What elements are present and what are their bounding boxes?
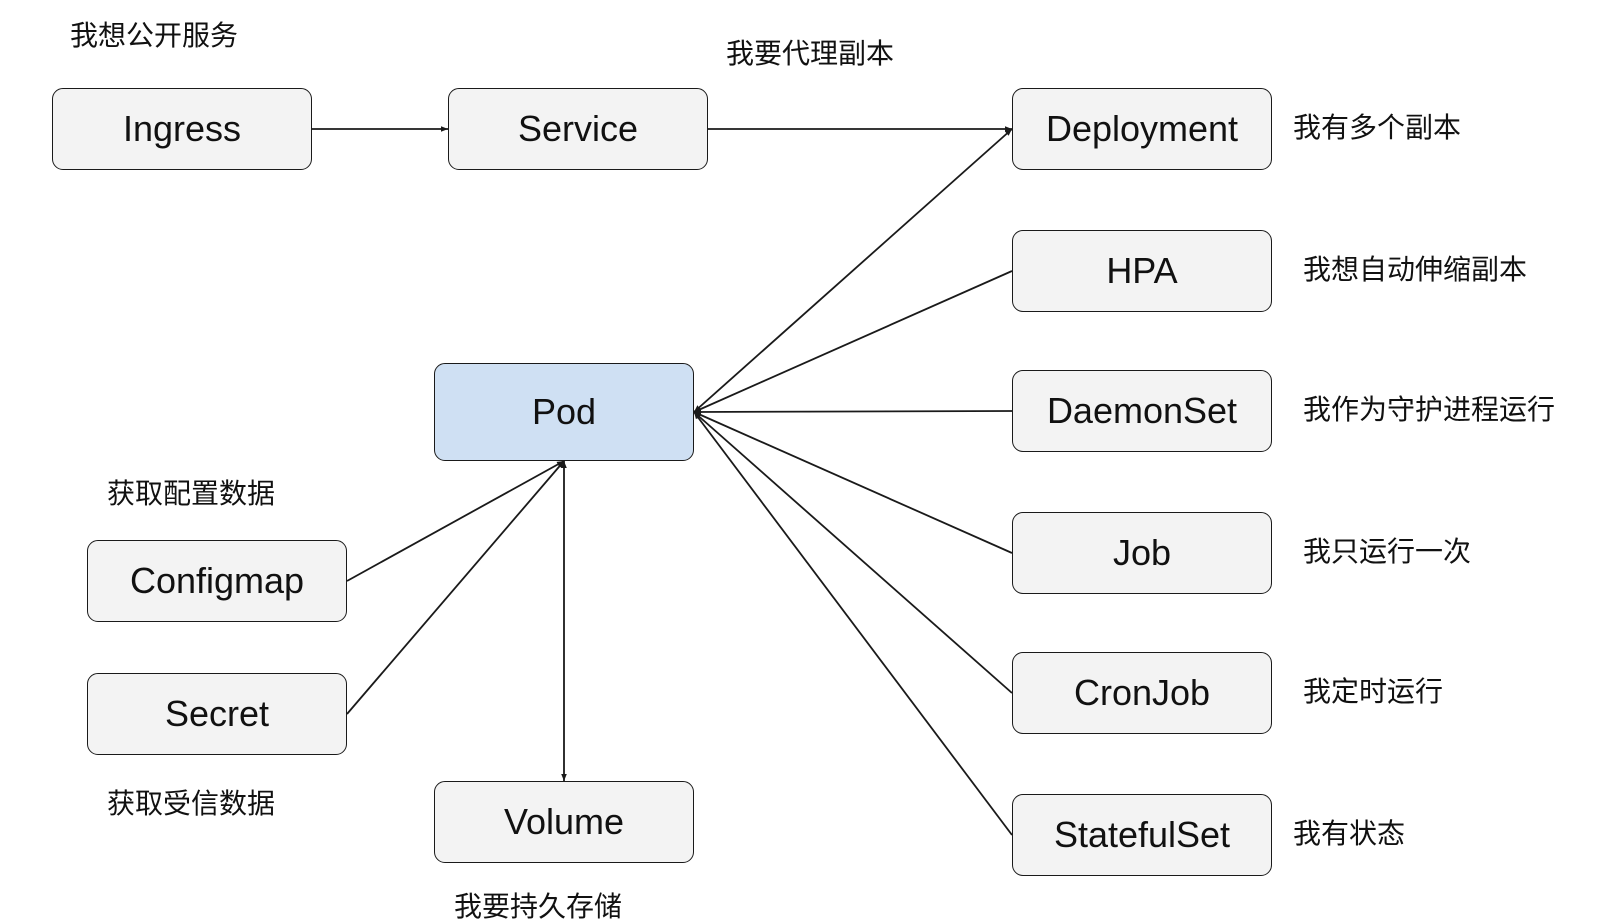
deployment-note: 我有多个副本 — [1293, 111, 1462, 144]
ingress-note: 我想公开服务 — [70, 19, 239, 52]
hpa-note: 我想自动伸缩副本 — [1303, 253, 1528, 286]
secret-note: 获取受信数据 — [107, 787, 276, 820]
statefulset-node: StatefulSet — [1012, 794, 1272, 876]
edge-daemonset-to-pod — [693, 409, 1013, 415]
daemonset-node: DaemonSet — [1012, 370, 1272, 452]
daemonset-note: 我作为守护进程运行 — [1303, 393, 1556, 426]
volume-note: 我要持久存储 — [454, 890, 623, 923]
job-node: Job — [1012, 512, 1272, 594]
deployment-node: Deployment — [1012, 88, 1272, 170]
configmap-node: Configmap — [87, 540, 347, 622]
k8s-resource-diagram: Ingress Service Deployment HPA DaemonSet… — [0, 0, 1610, 924]
pod-node: Pod — [434, 363, 694, 461]
service-node: Service — [448, 88, 708, 170]
configmap-note: 获取配置数据 — [107, 477, 276, 510]
ingress-node: Ingress — [52, 88, 312, 170]
job-note: 我只运行一次 — [1303, 535, 1472, 568]
secret-node: Secret — [87, 673, 347, 755]
edge-cronjob-to-pod — [693, 411, 1013, 694]
edge-secret-to-pod — [346, 460, 565, 715]
cronjob-node: CronJob — [1012, 652, 1272, 734]
edge-hpa-to-pod — [693, 270, 1013, 413]
edge-configmap-to-pod — [346, 460, 565, 582]
statefulset-note: 我有状态 — [1293, 817, 1406, 850]
hpa-node: HPA — [1012, 230, 1272, 312]
edge-deployment-to-pod — [693, 128, 1013, 413]
volume-node: Volume — [434, 781, 694, 863]
service-note: 我要代理副本 — [726, 37, 895, 70]
edge-statefulset-to-pod — [693, 411, 1013, 836]
cronjob-note: 我定时运行 — [1303, 675, 1444, 708]
edge-job-to-pod — [693, 411, 1013, 554]
